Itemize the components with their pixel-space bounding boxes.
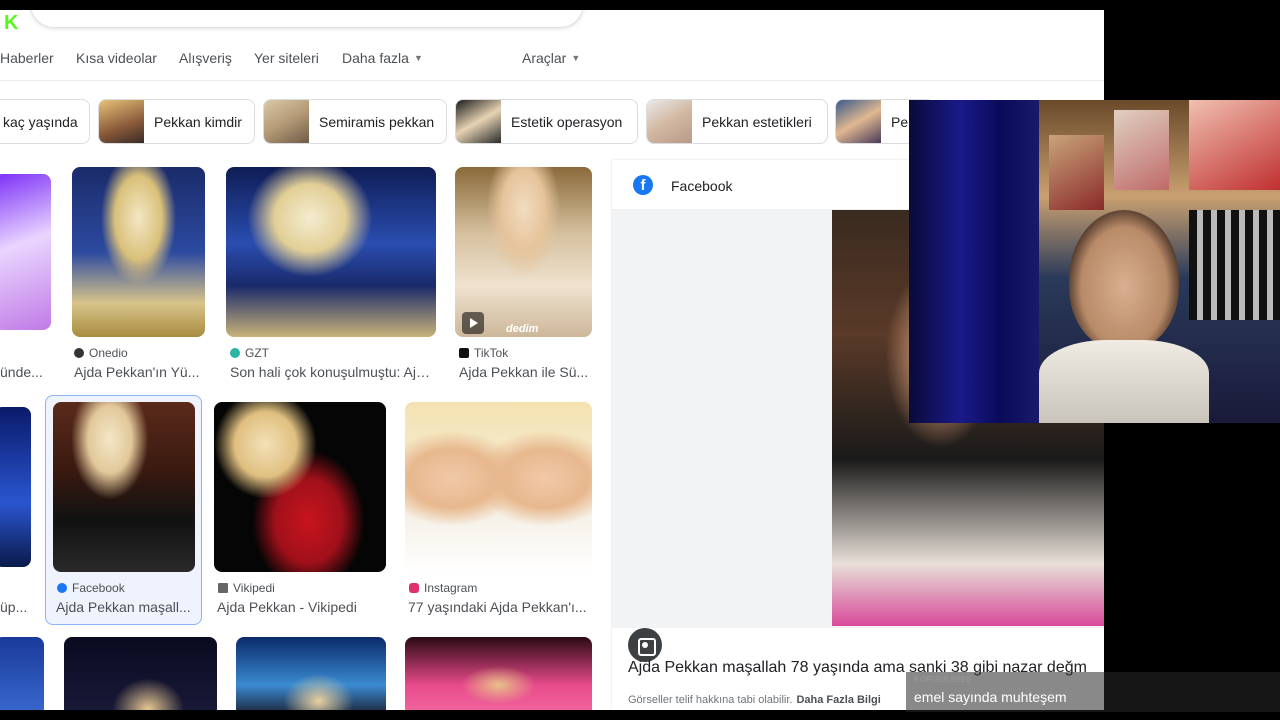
- result-source: GZT: [230, 346, 269, 360]
- chevron-down-icon: ▼: [413, 53, 423, 63]
- panel-footer: Görseller telif hakkına tabi olabilir. Da…: [628, 694, 881, 706]
- tab-yer-siteleri[interactable]: Yer siteleri: [254, 50, 319, 66]
- onedio-icon: [74, 348, 84, 358]
- chip-label: Pekkan estetikleri: [702, 113, 812, 130]
- chip-label: Semiramis pekkan: [319, 113, 435, 130]
- search-tabs: Haberler Kısa videolar Alışveriş Yer sit…: [0, 50, 1104, 72]
- tab-alisveris[interactable]: Alışveriş: [179, 50, 232, 66]
- result-image[interactable]: [236, 637, 386, 710]
- tab-label: Alışveriş: [179, 50, 232, 66]
- result-caption[interactable]: Son hali çok konuşulmuştu: Ajd...: [230, 364, 435, 380]
- curtain: [909, 100, 1039, 423]
- streamer-face: [1069, 210, 1179, 350]
- result-caption[interactable]: Ajda Pekkan - Vikipedi: [217, 599, 385, 615]
- tiktok-icon: [459, 348, 469, 358]
- result-image[interactable]: [0, 407, 31, 567]
- chip-thumbnail: [836, 100, 881, 143]
- chip-thumbnail: [99, 100, 144, 143]
- tab-label: Kısa videolar: [76, 50, 157, 66]
- thumb-overlay-text: dedim: [506, 323, 539, 335]
- kick-logo-icon: K: [4, 12, 19, 34]
- result-caption[interactable]: ünde...: [0, 364, 50, 380]
- source-label: Onedio: [89, 346, 128, 360]
- wikipedia-icon: [218, 583, 228, 593]
- tools-label: Araçlar: [522, 50, 567, 66]
- chevron-down-icon: ▼: [571, 53, 581, 63]
- result-source: Vikipedi: [218, 581, 275, 595]
- search-input[interactable]: [30, 10, 584, 28]
- result-image[interactable]: [64, 637, 217, 710]
- chip[interactable]: Semiramis pekkan: [263, 99, 447, 144]
- result-caption[interactable]: Ajda Pekkan ile Sü...: [459, 364, 591, 380]
- streamer-shirt: [1039, 340, 1209, 423]
- chat-username: KORGUL8999: [914, 675, 971, 684]
- chip-label: Pekkan kimdir: [154, 113, 242, 130]
- chip[interactable]: Estetik operasyon: [455, 99, 638, 144]
- chip-label: kaç yaşında: [3, 113, 78, 130]
- copyright-notice: Görseller telif hakkına tabi olabilir.: [628, 694, 793, 706]
- poster: [1189, 100, 1280, 190]
- tab-label: Yer siteleri: [254, 50, 319, 66]
- panel-source-label[interactable]: Facebook: [671, 178, 732, 194]
- source-label: Instagram: [424, 581, 478, 595]
- tab-label: Daha fazla: [342, 50, 409, 66]
- source-label: GZT: [245, 346, 269, 360]
- screen: K Haberler Kısa videolar Alışveriş Yer s…: [0, 0, 1280, 720]
- result-caption[interactable]: Ajda Pekkan'ın Yü...: [74, 364, 204, 380]
- chip-thumbnail: [264, 100, 309, 143]
- chip[interactable]: kaç yaşında: [0, 99, 90, 144]
- chip-thumbnail: [647, 100, 692, 143]
- facebook-icon: [57, 583, 67, 593]
- facebook-icon: f: [633, 175, 653, 195]
- source-label: Vikipedi: [233, 581, 275, 595]
- play-icon: [462, 312, 484, 334]
- result-image[interactable]: [226, 167, 436, 337]
- tab-haberler[interactable]: Haberler: [0, 50, 54, 66]
- result-image[interactable]: [214, 402, 386, 572]
- result-image[interactable]: [72, 167, 205, 337]
- result-source: Instagram: [409, 581, 477, 595]
- result-image[interactable]: [0, 174, 51, 330]
- divider: [0, 80, 1104, 81]
- result-source: Facebook: [57, 581, 125, 595]
- source-label: Facebook: [72, 581, 125, 595]
- result-source: TikTok: [459, 346, 508, 360]
- chip[interactable]: Pekkan kimdir: [98, 99, 255, 144]
- google-lens-icon[interactable]: [628, 628, 662, 662]
- tab-kisa-videolar[interactable]: Kısa videolar: [76, 50, 157, 66]
- chip[interactable]: Pekkan estetikleri: [646, 99, 828, 144]
- poster: [1049, 135, 1104, 210]
- result-image[interactable]: [0, 637, 44, 710]
- more-info-link[interactable]: Daha Fazla Bilgi: [796, 694, 880, 706]
- chip-label: Estetik operasyon: [511, 113, 623, 130]
- source-label: TikTok: [474, 346, 509, 360]
- result-caption[interactable]: üp...: [0, 599, 36, 615]
- result-caption[interactable]: 77 yaşındaki Ajda Pekkan'ı...: [408, 599, 591, 615]
- result-caption[interactable]: Ajda Pekkan maşall...: [56, 599, 196, 615]
- gzt-icon: [230, 348, 240, 358]
- tab-daha-fazla[interactable]: Daha fazla ▼: [342, 50, 423, 66]
- result-image[interactable]: [53, 402, 195, 572]
- chip-thumbnail: [456, 100, 501, 143]
- result-source: Onedio: [74, 346, 128, 360]
- tab-label: Haberler: [0, 50, 54, 66]
- poster: [1114, 110, 1169, 190]
- webcam-overlay: [909, 100, 1280, 423]
- chat-text: emel sayında muhteşem: [914, 689, 1067, 705]
- chat-message: KORGUL8999 emel sayında muhteşem: [906, 672, 1280, 712]
- poster: [1189, 210, 1280, 320]
- instagram-icon: [409, 583, 419, 593]
- tools-button[interactable]: Araçlar ▼: [522, 50, 580, 66]
- result-image[interactable]: [405, 637, 592, 710]
- result-image[interactable]: [405, 402, 592, 572]
